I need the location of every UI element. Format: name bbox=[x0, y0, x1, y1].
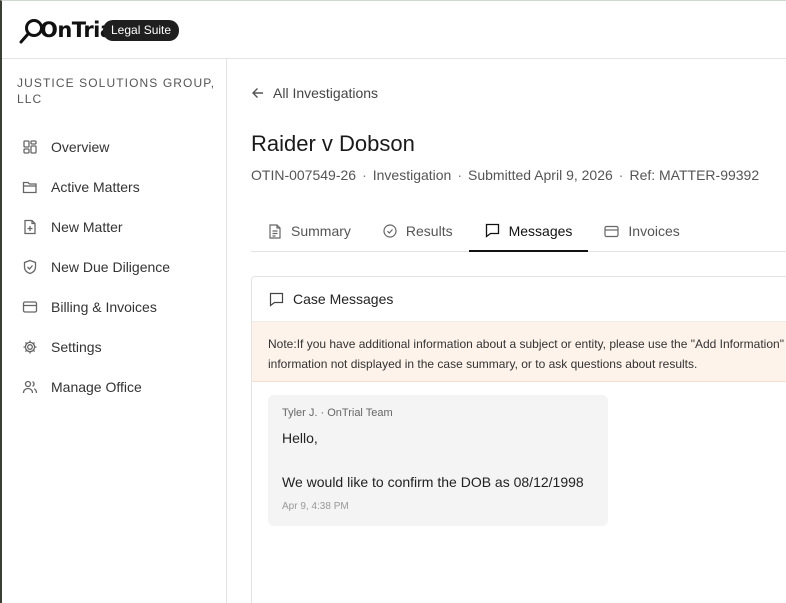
meta-separator: · bbox=[362, 167, 367, 183]
document-icon bbox=[269, 223, 281, 239]
check-circle-icon bbox=[383, 224, 397, 238]
case-reference: Ref: MATTER-99392 bbox=[629, 167, 760, 183]
product-badge: Legal Suite bbox=[103, 20, 180, 41]
meta-separator: · bbox=[457, 167, 463, 183]
tab-label: Messages bbox=[508, 222, 573, 239]
credit-card-icon bbox=[604, 225, 620, 237]
case-id: OTIN-007549-26 bbox=[251, 167, 357, 183]
message-timestamp: Apr 9, 4:38 PM bbox=[282, 501, 349, 512]
sidebar-item-label: Overview bbox=[51, 139, 110, 155]
top-bar: OnTrial Legal Suite bbox=[2, 1, 786, 59]
grid-icon bbox=[23, 140, 37, 154]
sidebar-item-label: Billing & Invoices bbox=[51, 299, 157, 315]
sidebar-item-settings[interactable]: Settings bbox=[2, 327, 226, 367]
message-body: Hello, We would like to confirm the DOB … bbox=[282, 427, 594, 493]
tab-results[interactable]: Results bbox=[367, 211, 469, 251]
message-author: Tyler J. · OnTrial Team bbox=[282, 407, 393, 419]
message-icon bbox=[269, 292, 284, 307]
note-text-1: If you have additional information about… bbox=[296, 337, 784, 351]
tab-invoices[interactable]: Invoices bbox=[588, 211, 695, 251]
sidebar: JUSTICE SOLUTIONS GROUP, LLC Overview Ac… bbox=[2, 59, 227, 603]
back-link-label: All Investigations bbox=[273, 85, 379, 101]
tab-messages[interactable]: Messages bbox=[468, 211, 589, 252]
message-bubble: Tyler J. · OnTrial Team Hello, We would … bbox=[268, 395, 608, 526]
sidebar-item-billing-invoices[interactable]: Billing & Invoices bbox=[2, 287, 226, 327]
sidebar-item-new-due-diligence[interactable]: New Due Diligence bbox=[2, 247, 226, 287]
note-line-1: Note:If you have additional information … bbox=[268, 334, 786, 354]
card-header: Case Messages bbox=[252, 277, 786, 322]
message-line: We would like to confirm the DOB as 08/1… bbox=[282, 474, 584, 490]
file-plus-icon bbox=[24, 219, 36, 235]
case-meta: OTIN-007549-26 · Investigation · Submitted A… bbox=[251, 167, 759, 183]
tab-summary[interactable]: Summary bbox=[251, 211, 367, 251]
tab-label: Results bbox=[405, 223, 453, 239]
case-type: Investigation bbox=[372, 167, 452, 183]
sidebar-item-new-matter[interactable]: New Matter bbox=[2, 207, 226, 247]
sidebar-item-manage-office[interactable]: Manage Office bbox=[2, 367, 226, 407]
sidebar-nav: Overview Active Matters New Matter New D… bbox=[2, 127, 226, 407]
sidebar-item-label: New Matter bbox=[51, 219, 123, 235]
note-text-2: information not displayed in the case su… bbox=[268, 357, 698, 371]
folder-icon bbox=[22, 181, 37, 194]
tab-label: Summary bbox=[291, 223, 351, 239]
message-line: Hello, bbox=[282, 430, 318, 446]
sidebar-item-label: Manage Office bbox=[51, 379, 142, 395]
case-messages-card: Case Messages Note:If you have additiona… bbox=[251, 276, 786, 603]
shield-check-icon bbox=[23, 259, 37, 275]
meta-separator: · bbox=[618, 167, 624, 183]
tab-label: Invoices bbox=[628, 223, 680, 239]
sidebar-item-label: Settings bbox=[51, 339, 102, 355]
sidebar-item-label: Active Matters bbox=[51, 179, 140, 195]
card-title: Case Messages bbox=[293, 291, 394, 307]
sidebar-item-label: New Due Diligence bbox=[51, 259, 171, 275]
credit-card-icon bbox=[22, 301, 38, 313]
note-prefix: Note: bbox=[268, 337, 297, 351]
back-link[interactable]: All Investigations bbox=[251, 85, 378, 101]
users-icon bbox=[22, 380, 38, 394]
gear-icon bbox=[23, 340, 37, 354]
sidebar-item-active-matters[interactable]: Active Matters bbox=[2, 167, 226, 207]
organization-name: JUSTICE SOLUTIONS GROUP, LLC bbox=[17, 76, 216, 106]
arrow-left-icon bbox=[252, 88, 263, 98]
info-note: Note:If you have additional information … bbox=[252, 322, 786, 382]
page-title: Raider v Dobson bbox=[251, 131, 415, 156]
message-icon bbox=[485, 223, 499, 238]
case-submitted-date: Submitted April 9, 2026 bbox=[468, 167, 613, 183]
tab-bar: Summary Results Messages Invoices bbox=[251, 211, 786, 252]
app-window: OnTrial Legal Suite JUSTICE SOLUTIONS GR… bbox=[0, 0, 786, 603]
main-content: All Investigations Raider v Dobson OTIN-… bbox=[227, 59, 786, 603]
sidebar-item-overview[interactable]: Overview bbox=[2, 127, 226, 167]
